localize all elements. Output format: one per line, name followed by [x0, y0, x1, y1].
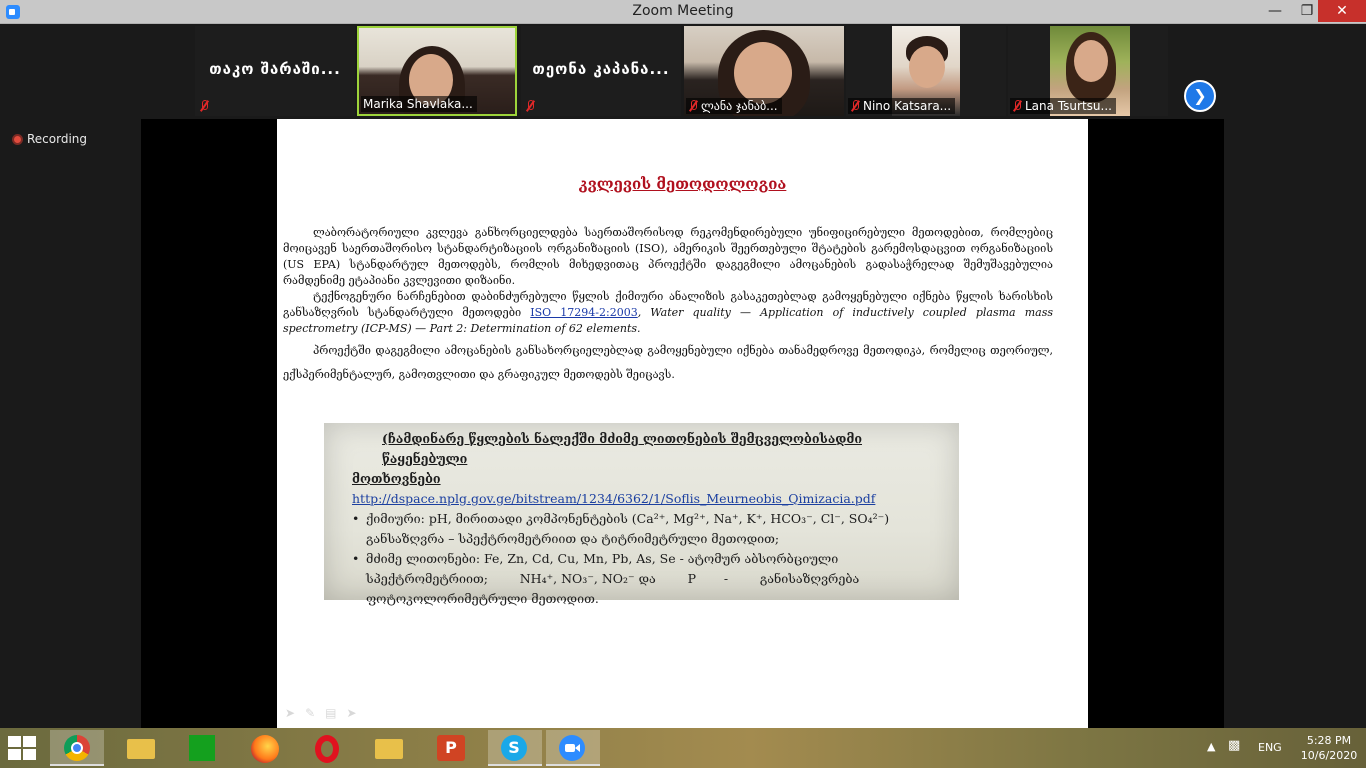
participant-label: [523, 98, 542, 114]
slide-paragraph: პროექტში დაგეგმილი ამოცანების განსახორცი…: [283, 344, 1053, 381]
skype-icon: S: [501, 735, 527, 761]
recording-indicator[interactable]: Recording: [12, 132, 87, 146]
participant-label: Nino Katsara...: [848, 98, 956, 114]
photo-heading: (ჩამდინარე წყლების ნალექში მძიმე ლითონებ…: [382, 431, 862, 466]
powerpoint-icon: P: [437, 735, 465, 761]
taskbar-skype[interactable]: S: [488, 730, 542, 766]
zoom-icon: [559, 735, 585, 761]
store-icon: [189, 735, 215, 761]
taskbar: P S ▲ ▩ ENG 5:28 PM 10/6/2020: [0, 728, 1366, 768]
muted-mic-icon: [1012, 100, 1022, 112]
photo-bullet-cont: განსაზღვრა – სპექტრომეტრიით და ტიტრიმეტრ…: [366, 531, 780, 546]
photo-heading-2: მოთხოვნები: [352, 471, 441, 486]
slide-paragraph: ტექნოგენური ნარჩენებით დაბინძურებული წყლ…: [283, 289, 1053, 337]
participant-tile[interactable]: ლანა ჯანაბ...: [684, 26, 844, 116]
taskbar-store[interactable]: [176, 730, 230, 766]
taskbar-chrome[interactable]: [50, 730, 104, 766]
participant-name: Lana Tsurtsu...: [1025, 99, 1112, 113]
folder-icon: [375, 739, 403, 759]
photo-bullet-text: ქიმიური: pH, მირითადი კომპონენტების (Ca²…: [366, 511, 890, 526]
photo-bullet-cont: სპექტრომეტრიით; NH₄⁺, NO₃⁻, NO₂⁻ და P - …: [366, 571, 860, 586]
participant-name: Marika Shavlaka...: [363, 97, 473, 111]
participant-gallery: თაკო შარაში... Marika Shavlaka... თეონა …: [0, 24, 1366, 118]
firefox-icon: [251, 735, 279, 763]
close-button[interactable]: ✕: [1318, 0, 1366, 22]
participant-tile-active[interactable]: Marika Shavlaka...: [357, 26, 517, 116]
show-hidden-icons-button[interactable]: ▲: [1207, 740, 1215, 753]
slide-toolbar[interactable]: ➤✎▤➤: [285, 706, 367, 720]
document-photo: (ჩამდინარე წყლების ნალექში მძიმე ლითონებ…: [324, 423, 959, 606]
clock-date: 10/6/2020: [1300, 749, 1358, 762]
previous-slide-icon[interactable]: ➤: [285, 706, 305, 720]
photo-text: (ჩამდინარე წყლების ნალექში მძიმე ლითონებ…: [352, 429, 942, 609]
iso-standard-link[interactable]: ISO 17294-2:2003: [530, 306, 637, 319]
next-page-button[interactable]: ❯: [1184, 80, 1216, 112]
chrome-icon: [64, 735, 90, 761]
participant-name: Nino Katsara...: [863, 99, 952, 113]
slides-icon[interactable]: ▤: [325, 706, 346, 720]
recording-dot-icon: [12, 134, 23, 145]
participant-name: თეონა კაპანა...: [532, 60, 670, 78]
participant-tile[interactable]: თეონა კაპანა...: [521, 26, 681, 116]
folder-icon: [127, 739, 155, 759]
slide-title: კვლევის მეთოდოლოგია: [578, 175, 787, 193]
title-bar: Zoom Meeting — ❐ ✕: [0, 0, 1366, 24]
shared-screen: კვლევის მეთოდოლოგია ლაბორატორიული კვლევა…: [141, 119, 1224, 728]
slide-paragraph: ლაბორატორიული კვლევა განხორციელდება საერ…: [283, 226, 1053, 287]
taskbar-firefox[interactable]: [238, 730, 292, 766]
language-indicator[interactable]: ENG: [1258, 741, 1282, 754]
participant-tile[interactable]: თაკო შარაში...: [195, 26, 355, 116]
system-clock[interactable]: 5:28 PM 10/6/2020: [1296, 733, 1362, 763]
opera-icon: [315, 735, 339, 763]
pen-icon[interactable]: ✎: [305, 706, 325, 720]
taskbar-folder[interactable]: [362, 730, 416, 766]
participant-label: [197, 98, 216, 114]
taskbar-zoom[interactable]: [546, 730, 600, 766]
muted-mic-icon: [688, 100, 698, 112]
network-icon[interactable]: ▩: [1228, 738, 1240, 753]
photo-bullet: • ქიმიური: pH, მირითადი კომპონენტების (Ca…: [352, 511, 890, 526]
muted-mic-icon: [850, 100, 860, 112]
next-slide-icon[interactable]: ➤: [346, 706, 366, 720]
participant-tile[interactable]: Nino Katsara...: [846, 26, 1006, 116]
participant-name: ლანა ჯანაბ...: [701, 99, 778, 113]
taskbar-file-explorer[interactable]: [114, 730, 168, 766]
presentation-slide: კვლევის მეთოდოლოგია ლაბორატორიული კვლევა…: [277, 119, 1088, 728]
photo-bullet-cont: ფოტოკოლორიმეტრული მეთოდით.: [366, 591, 599, 606]
taskbar-opera[interactable]: [300, 730, 354, 766]
chevron-right-icon: ❯: [1193, 86, 1207, 105]
photo-link: http://dspace.nplg.gov.ge/bitstream/1234…: [352, 491, 876, 506]
photo-bullet: • მძიმე ლითონები: Fe, Zn, Cd, Cu, Mn, Pb,…: [352, 551, 839, 566]
muted-mic-icon: [199, 100, 209, 112]
slide-body: ლაბორატორიული კვლევა განხორციელდება საერ…: [283, 225, 1053, 387]
recording-label: Recording: [27, 132, 88, 146]
clock-time: 5:28 PM: [1306, 734, 1352, 747]
participant-tile[interactable]: Lana Tsurtsu...: [1008, 26, 1168, 116]
participant-label: Marika Shavlaka...: [361, 96, 477, 112]
participant-label: Lana Tsurtsu...: [1010, 98, 1116, 114]
windows-start-button[interactable]: [8, 736, 38, 760]
participant-name: თაკო შარაში...: [209, 60, 341, 78]
window-title: Zoom Meeting: [632, 3, 734, 19]
muted-mic-icon: [525, 100, 535, 112]
taskbar-powerpoint[interactable]: P: [424, 730, 478, 766]
photo-bullet-text: მძიმე ლითონები: Fe, Zn, Cd, Cu, Mn, Pb, …: [366, 551, 839, 566]
minimize-button[interactable]: —: [1260, 0, 1290, 22]
participant-label: ლანა ჯანაბ...: [686, 98, 782, 114]
